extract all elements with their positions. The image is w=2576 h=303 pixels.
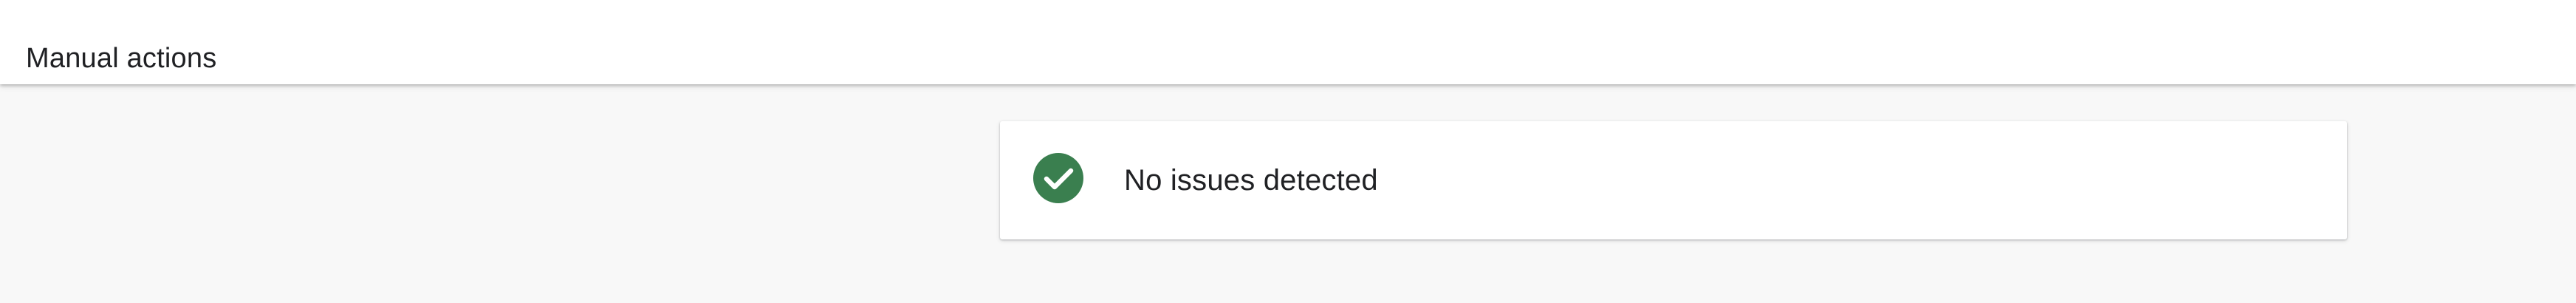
status-card: No issues detected: [1000, 121, 2347, 239]
status-message: No issues detected: [1124, 164, 1378, 197]
main-content: No issues detected: [0, 84, 2576, 303]
app-header: Manual actions: [0, 0, 2576, 84]
check-circle-icon: [1033, 153, 1083, 203]
page-title: Manual actions: [26, 43, 217, 75]
